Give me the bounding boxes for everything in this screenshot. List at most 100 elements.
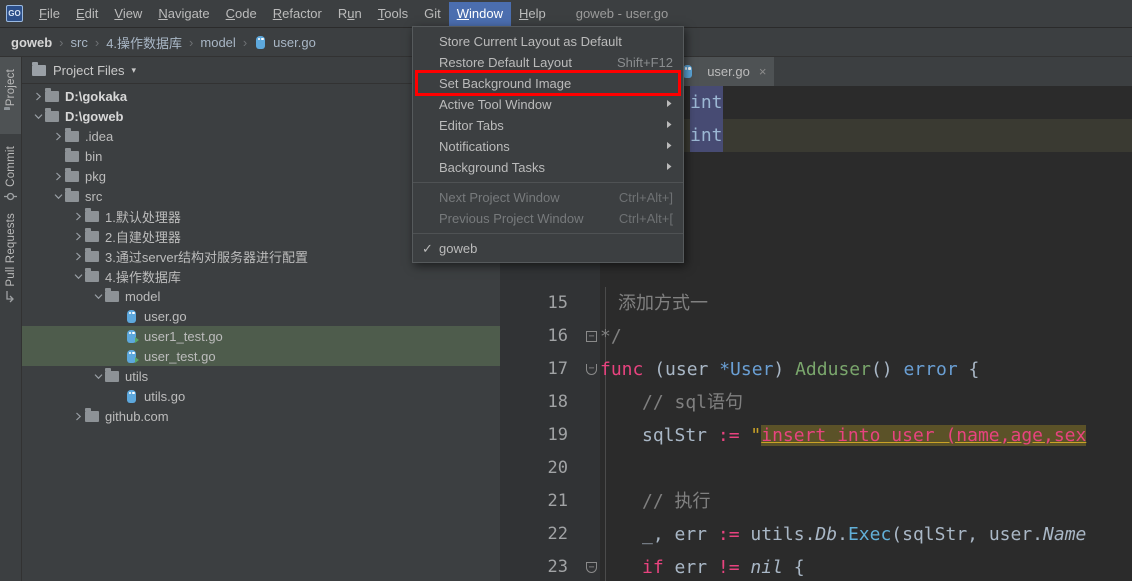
menu-refactor[interactable]: Refactor [265, 2, 330, 26]
menu-item-label: goweb [439, 241, 478, 256]
breadcrumb-label: goweb [11, 34, 53, 50]
submenu-arrow-icon [666, 162, 673, 173]
breadcrumb-label: user.go [273, 34, 316, 50]
folder-icon [85, 207, 99, 222]
submenu-arrow-icon [666, 99, 673, 110]
breadcrumb-label: src [70, 34, 88, 50]
app-logo-icon: GO [6, 5, 23, 22]
menu-item-store-current-layout-as-default[interactable]: Store Current Layout as Default [413, 31, 683, 52]
menu-item-label: Store Current Layout as Default [439, 34, 622, 49]
close-icon[interactable]: × [759, 64, 767, 79]
tree-row-label: D:\gokaka [65, 88, 128, 104]
ide-window: GO File Edit View Navigate Code Refactor… [0, 0, 1132, 581]
menu-navigate[interactable]: Navigate [150, 2, 217, 26]
tree-row[interactable]: user1_test.go [22, 326, 500, 346]
line-number: 20 [547, 458, 568, 478]
tree-row[interactable]: utils [22, 366, 500, 386]
menu-help[interactable]: Help [511, 2, 554, 26]
tree-row-label: github.com [105, 408, 169, 424]
chevron-down-icon[interactable] [32, 106, 45, 126]
chevron-down-icon[interactable]: ▾ [132, 65, 137, 76]
sidebar-item-commit[interactable]: Commit [0, 146, 21, 201]
tab-user-go[interactable]: user.go × [671, 57, 775, 86]
menu-edit[interactable]: Edit [68, 2, 106, 26]
tree-row-label: .idea [85, 128, 114, 144]
fold-marker-icon[interactable]: − [586, 562, 597, 573]
window-menu-dropdown[interactable]: Store Current Layout as Default Restore D… [412, 26, 684, 263]
breadcrumb-item-goweb[interactable]: goweb [11, 35, 52, 50]
tree-row-label: user1_test.go [144, 328, 223, 344]
sidebar-item-commit-label: Commit [4, 146, 17, 188]
folder-icon [65, 127, 79, 142]
tree-row[interactable]: user_test.go [22, 346, 500, 366]
breadcrumb-item-file[interactable]: user.go [254, 35, 316, 50]
menu-item-set-background-image[interactable]: Set Background Image [413, 73, 683, 94]
folder-icon [85, 247, 99, 262]
code-text: int [690, 86, 723, 119]
tree-row[interactable]: github.com [22, 406, 500, 426]
breadcrumb-item-src[interactable]: src [71, 35, 88, 50]
project-panel-title: Project Files [53, 62, 125, 78]
code-text: _, err := utils.Db.Exec(sqlStr, user.Nam… [642, 524, 1087, 545]
folder-icon [85, 267, 99, 282]
menu-item-editor-tabs[interactable]: Editor Tabs [413, 115, 683, 136]
chevron-down-icon[interactable] [72, 266, 85, 286]
menu-item-active-tool-window[interactable]: Active Tool Window [413, 94, 683, 115]
chevron-right-icon[interactable] [72, 246, 85, 266]
fold-marker-icon[interactable]: − [586, 364, 597, 375]
folder-icon [105, 287, 119, 302]
menu-window[interactable]: Window [448, 1, 511, 26]
chevron-right-icon[interactable] [52, 126, 65, 146]
code-line-20: 20 [500, 452, 1132, 485]
tree-row-label: model [125, 288, 161, 304]
tree-row-label: 4.操作数据库 [105, 269, 181, 285]
sidebar-item-project-label: Project [4, 69, 17, 107]
menu-item-background-tasks[interactable]: Background Tasks [413, 157, 683, 178]
code-text: sqlStr := "insert into user (name,age,se… [642, 425, 1087, 446]
submenu-arrow-icon [666, 141, 673, 152]
breadcrumb-label: 4.操作数据库 [106, 35, 183, 51]
menu-item-goweb[interactable]: ✓ goweb [413, 238, 683, 259]
fold-marker-icon[interactable]: − [586, 331, 597, 342]
folder-icon [65, 147, 79, 162]
chevron-down-icon[interactable] [92, 366, 105, 386]
menu-view[interactable]: View [106, 2, 150, 26]
chevron-right-icon[interactable] [52, 166, 65, 186]
sidebar-item-project[interactable]: Project [0, 57, 21, 135]
breadcrumb-item-model[interactable]: model [200, 35, 235, 50]
chevron-right-icon[interactable] [72, 406, 85, 426]
menu-run[interactable]: Run [330, 2, 370, 26]
tree-row[interactable]: 4.操作数据库 [22, 266, 500, 286]
code-text: // sql语句 [642, 392, 744, 413]
menu-item-notifications[interactable]: Notifications [413, 136, 683, 157]
code-line-23: 23 − if err != nil { [500, 551, 1132, 581]
go-test-file-icon [125, 349, 139, 364]
menu-file[interactable]: File [31, 2, 68, 26]
tree-row[interactable]: model [22, 286, 500, 306]
breadcrumb-item-dir[interactable]: 4.操作数据库 [106, 33, 182, 52]
menu-item-label: Next Project Window [439, 190, 560, 205]
sidebar-item-pull-requests[interactable]: Pull Requests [0, 213, 21, 303]
line-number: 15 [547, 293, 568, 313]
tree-no-arrow [112, 346, 125, 366]
tool-window-sidebar: Project Commit Pull Requests [0, 57, 22, 581]
pull-request-icon [4, 290, 17, 303]
check-icon: ✓ [422, 240, 433, 256]
menu-item-restore-default-layout[interactable]: Restore Default Layout Shift+F12 [413, 52, 683, 73]
chevron-right-icon[interactable] [32, 86, 45, 106]
menu-tools[interactable]: Tools [370, 2, 416, 26]
chevron-right-icon[interactable] [72, 206, 85, 226]
folder-icon [45, 87, 59, 102]
code-text: */ [600, 326, 622, 347]
code-line-17: 17 − func (user *User) Adduser() error { [500, 353, 1132, 386]
submenu-arrow-icon [666, 120, 673, 131]
menu-code[interactable]: Code [218, 2, 265, 26]
tree-no-arrow [112, 386, 125, 406]
chevron-down-icon[interactable] [92, 286, 105, 306]
menu-item-label: Notifications [439, 139, 510, 154]
chevron-right-icon[interactable] [72, 226, 85, 246]
menu-git[interactable]: Git [416, 2, 449, 26]
tree-row[interactable]: utils.go [22, 386, 500, 406]
tree-row[interactable]: user.go [22, 306, 500, 326]
chevron-down-icon[interactable] [52, 186, 65, 206]
